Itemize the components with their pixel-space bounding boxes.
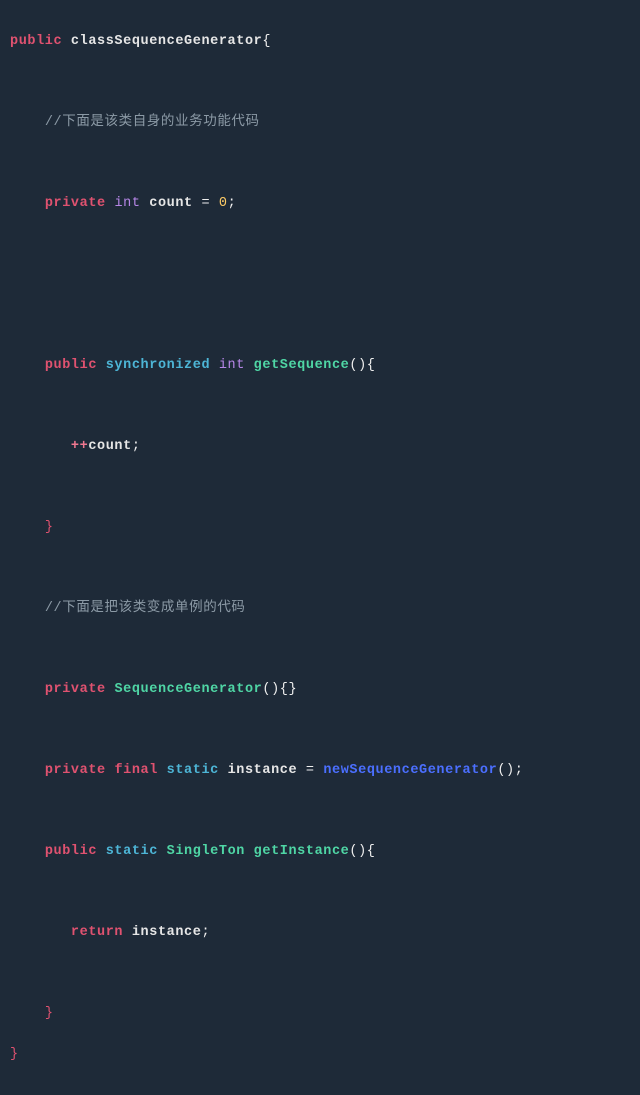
semicolon: ; <box>228 196 237 211</box>
paren-open: ( <box>349 844 358 859</box>
ident-instance: instance <box>228 763 298 778</box>
paren-open: ( <box>497 763 506 778</box>
keyword-public: public <box>45 358 97 373</box>
new-expr: newSequenceGenerator <box>323 763 497 778</box>
keyword-return: return <box>71 925 123 940</box>
keyword-final: final <box>114 763 158 778</box>
paren-open: ( <box>349 358 358 373</box>
paren-close: ) <box>358 844 367 859</box>
brace-close: } <box>288 682 297 697</box>
class-name: classSequenceGenerator <box>71 34 262 49</box>
code-line: public static SingleTon getInstance(){ <box>10 842 626 862</box>
keyword-static: static <box>106 844 158 859</box>
type-SingleTon: SingleTon <box>167 844 245 859</box>
paren-open: ( <box>262 682 271 697</box>
method-getSequence: getSequence <box>254 358 350 373</box>
method-getInstance: getInstance <box>254 844 350 859</box>
op-increment: ++ <box>71 439 88 454</box>
code-line: } <box>10 1045 626 1065</box>
type-int: int <box>114 196 140 211</box>
comment: //下面是把该类变成单例的代码 <box>45 601 246 616</box>
code-line: } <box>10 518 626 538</box>
keyword-public: public <box>10 34 62 49</box>
brace-close: } <box>45 1006 54 1021</box>
ident-count: count <box>149 196 193 211</box>
code-line: return instance; <box>10 923 626 943</box>
semicolon: ; <box>201 925 210 940</box>
paren-close: ) <box>506 763 515 778</box>
keyword-public: public <box>45 844 97 859</box>
keyword-static: static <box>167 763 219 778</box>
code-line: private SequenceGenerator(){} <box>10 680 626 700</box>
code-block: public classSequenceGenerator{ //下面是该类自身… <box>0 0 640 1095</box>
comment: //下面是该类自身的业务功能代码 <box>45 115 260 130</box>
code-line: } <box>10 1004 626 1024</box>
code-line: //下面是把该类变成单例的代码 <box>10 599 626 619</box>
ident-instance: instance <box>132 925 202 940</box>
paren-close: ) <box>358 358 367 373</box>
code-line: public classSequenceGenerator{ <box>10 32 626 52</box>
keyword-private: private <box>45 682 106 697</box>
op-eq: = <box>306 763 315 778</box>
code-line: private int count = 0; <box>10 194 626 214</box>
ident-count: count <box>88 439 132 454</box>
paren-close: ) <box>271 682 280 697</box>
semicolon: ; <box>132 439 141 454</box>
keyword-private: private <box>45 196 106 211</box>
code-line: //下面是该类自身的业务功能代码 <box>10 113 626 133</box>
brace-open: { <box>367 844 376 859</box>
code-line: ++count; <box>10 437 626 457</box>
keyword-synchronized: synchronized <box>106 358 210 373</box>
ctor-name: SequenceGenerator <box>114 682 262 697</box>
semicolon: ; <box>515 763 524 778</box>
keyword-private: private <box>45 763 106 778</box>
op-eq: = <box>201 196 210 211</box>
brace-close: } <box>10 1047 19 1062</box>
brace-close: } <box>45 520 54 535</box>
brace-open: { <box>367 358 376 373</box>
code-line: private final static instance = newSeque… <box>10 761 626 781</box>
literal-zero: 0 <box>219 196 228 211</box>
brace-open: { <box>262 34 271 49</box>
type-int: int <box>219 358 245 373</box>
code-line: public synchronized int getSequence(){ <box>10 356 626 376</box>
